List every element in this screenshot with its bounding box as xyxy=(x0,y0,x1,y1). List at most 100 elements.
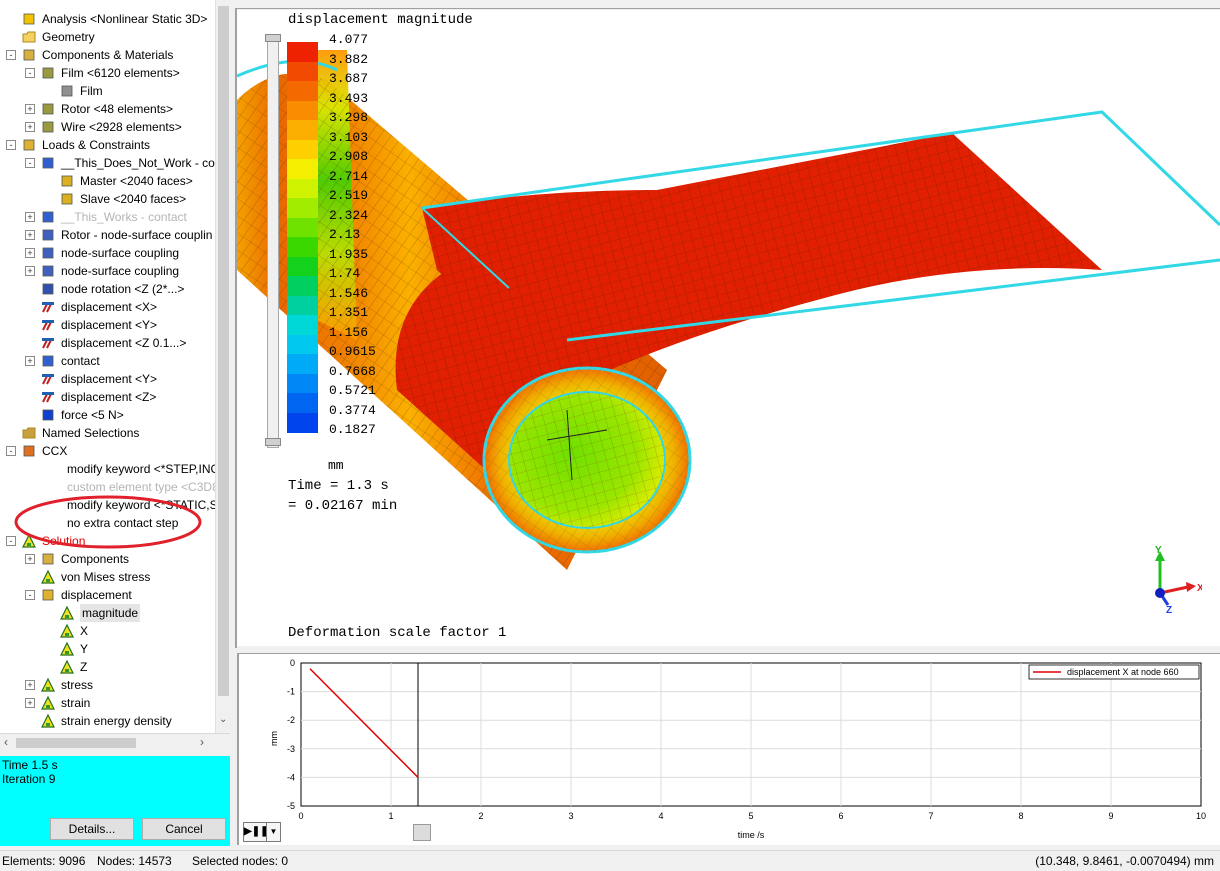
collapse-icon[interactable]: - xyxy=(25,68,35,78)
y-tick-label: -1 xyxy=(287,687,295,697)
cancel-button[interactable]: Cancel xyxy=(142,818,226,840)
legend-swatch xyxy=(287,100,318,121)
tree-item[interactable]: custom element type <C3D8 xyxy=(0,478,219,496)
scroll-down-icon[interactable]: ⌄ xyxy=(219,714,227,725)
x-tick-label: 6 xyxy=(838,811,843,821)
collapse-icon[interactable]: - xyxy=(25,158,35,168)
tree-item[interactable]: + Rotor - node-surface couplin xyxy=(0,226,214,244)
3d-viewport[interactable]: displacement magnitude 4.077 3.882 3.687 3.… xyxy=(237,10,1220,646)
playback-menu-button[interactable]: ▼ xyxy=(266,822,281,842)
expand-icon[interactable]: + xyxy=(25,356,35,366)
tree-item-label: Components & Materials xyxy=(42,48,174,62)
expand-icon[interactable]: + xyxy=(25,554,35,564)
tree-item[interactable]: + contact xyxy=(0,352,214,370)
component-icon xyxy=(41,66,55,80)
solver-time: Time 1.5 s xyxy=(2,758,58,772)
tree-item[interactable]: + Components xyxy=(0,550,214,568)
tree-item[interactable]: displacement <Z 0.1...> xyxy=(0,334,214,352)
tree-item[interactable]: - CCX xyxy=(0,442,214,460)
tree-item[interactable]: Film xyxy=(0,82,214,100)
expand-icon[interactable]: + xyxy=(25,104,35,114)
tree-item[interactable]: displacement <Z> xyxy=(0,388,214,406)
tree-item[interactable]: + Wire <2928 elements> xyxy=(0,118,214,136)
tree-item[interactable]: - Film <6120 elements> xyxy=(0,64,214,82)
tree-item[interactable]: displacement <X> xyxy=(0,298,214,316)
legend-slider-handle-bottom[interactable] xyxy=(265,438,281,446)
model-tree[interactable]: Analysis <Nonlinear Static 3D> Geometry - C… xyxy=(0,0,231,733)
collapse-icon[interactable]: - xyxy=(6,140,16,150)
tree-item[interactable]: strain energy density xyxy=(0,712,214,730)
history-plot[interactable]: 0 1 2 3 4 5 6 7 8 9 10 0 -1 -2 -3 -4 -5 time /s mm displace… xyxy=(237,653,1220,845)
tree-item[interactable]: displacement <Y> xyxy=(0,316,214,334)
legend-swatch xyxy=(287,256,318,277)
tree-item[interactable]: X xyxy=(0,622,214,640)
y-tick-label: -2 xyxy=(287,715,295,725)
y-tick-label: 0 xyxy=(290,658,295,668)
tree-item[interactable]: modify keyword <*STATIC,SO xyxy=(0,496,227,514)
tree-item[interactable]: + Rotor <48 elements> xyxy=(0,100,214,118)
tree-item[interactable]: no extra contact step xyxy=(0,514,214,532)
tree-item[interactable]: - displacement xyxy=(0,586,214,604)
tree-item[interactable]: Master <2040 faces> xyxy=(0,172,214,190)
tree-item[interactable]: - Loads & Constraints xyxy=(0,136,214,154)
expand-icon[interactable]: + xyxy=(25,230,35,240)
result-icon xyxy=(41,569,55,584)
tree-item-label: Analysis <Nonlinear Static 3D> xyxy=(42,12,208,26)
coupling-icon xyxy=(41,264,55,278)
x-tick-label: 3 xyxy=(568,811,573,821)
tree-item-label: X xyxy=(80,624,89,638)
tree-item[interactable]: - __This_Does_Not_Work - con xyxy=(0,154,222,172)
tree-item[interactable]: von Mises stress xyxy=(0,568,214,586)
collapse-icon[interactable]: - xyxy=(25,590,35,600)
expand-icon[interactable]: + xyxy=(25,248,35,258)
expand-icon[interactable]: + xyxy=(25,266,35,276)
scroll-right-icon[interactable]: › xyxy=(200,735,204,749)
tree-horizontal-scrollbar[interactable]: ‹ › xyxy=(0,733,230,752)
tree-item[interactable]: displacement <Y> xyxy=(0,370,214,388)
tree-item[interactable]: Named Selections xyxy=(0,424,214,442)
legend-swatch xyxy=(287,237,318,257)
tree-item[interactable]: + strain xyxy=(0,694,214,712)
tree-item-label: Rotor - node-surface couplin xyxy=(61,228,213,242)
tree-item[interactable]: modify keyword <*STEP,INC: xyxy=(0,460,223,478)
tree-item[interactable]: + node-surface coupling xyxy=(0,244,214,262)
tree-item[interactable]: + __This_Works - contact xyxy=(0,208,214,226)
tree-item[interactable]: Z xyxy=(0,658,214,676)
expand-icon[interactable]: + xyxy=(25,122,35,132)
expand-icon[interactable]: + xyxy=(25,680,35,690)
expand-icon[interactable]: + xyxy=(25,212,35,222)
tree-item[interactable]: - Solution xyxy=(0,532,214,550)
legend-range-slider[interactable] xyxy=(267,36,279,448)
result-title: displacement magnitude xyxy=(288,12,473,28)
legend-swatch xyxy=(287,120,318,140)
tree-item[interactable]: Analysis <Nonlinear Static 3D> xyxy=(0,10,214,28)
tree-item[interactable]: + node-surface coupling xyxy=(0,262,214,280)
scroll-left-icon[interactable]: ‹ xyxy=(4,735,8,749)
tree-item[interactable]: Geometry xyxy=(0,28,214,46)
tree-item[interactable]: + stress xyxy=(0,676,214,694)
expand-icon[interactable]: + xyxy=(25,698,35,708)
x-tick-label: 10 xyxy=(1196,811,1206,821)
selections-icon xyxy=(22,426,36,440)
tree-hscroll-thumb[interactable] xyxy=(16,738,136,748)
details-button[interactable]: Details... xyxy=(50,818,134,840)
legend-unit: mm xyxy=(328,458,344,473)
time-slider-handle[interactable] xyxy=(413,824,431,841)
tree-item[interactable]: force <5 N> xyxy=(0,406,214,424)
tree-item[interactable]: - Components & Materials xyxy=(0,46,214,64)
collapse-icon[interactable]: - xyxy=(6,446,16,456)
legend-slider-handle-top[interactable] xyxy=(265,34,281,42)
tree-item[interactable]: Y xyxy=(0,640,214,658)
tree-item[interactable]: node rotation <Z (2*...> xyxy=(0,280,214,298)
tree-item[interactable]: magnitude xyxy=(0,604,214,622)
play-pause-button[interactable]: ▶❚❚ xyxy=(243,822,268,842)
collapse-icon[interactable]: - xyxy=(6,50,16,60)
collapse-icon[interactable]: - xyxy=(6,536,16,546)
tree-vscroll-thumb[interactable] xyxy=(218,6,229,696)
tree-item[interactable]: Slave <2040 faces> xyxy=(0,190,214,208)
legend-value: 0.1827 xyxy=(329,422,376,437)
legend-swatch xyxy=(287,373,318,394)
tree-vertical-scrollbar[interactable]: ⌄ xyxy=(215,0,231,733)
tree-item-label: modify keyword <*STEP,INC: xyxy=(67,462,223,476)
result-icon xyxy=(60,641,74,656)
